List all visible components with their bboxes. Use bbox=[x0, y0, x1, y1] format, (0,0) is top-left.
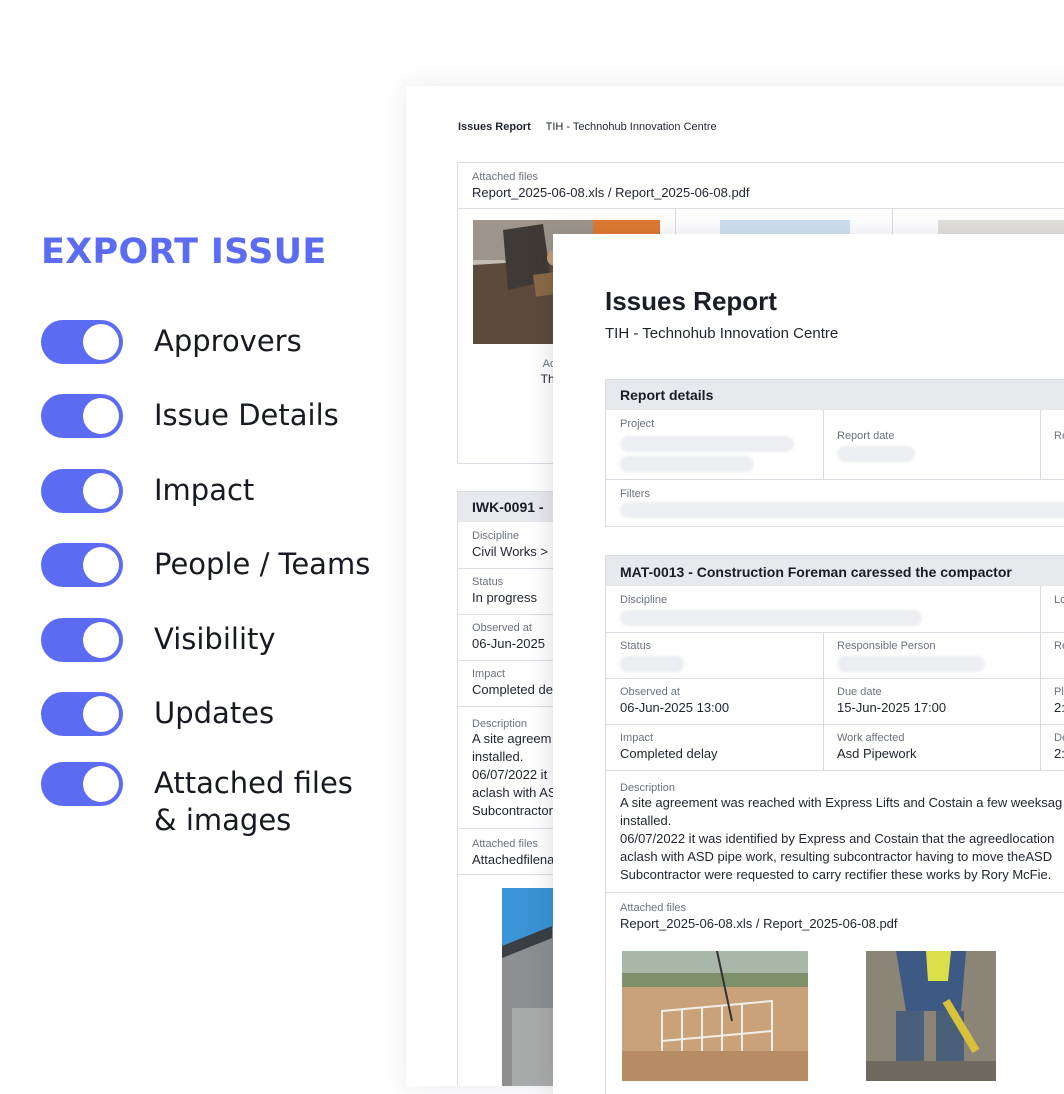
issue-header: MAT-0013 - Construction Foreman caressed… bbox=[605, 555, 1064, 587]
toggle-knob bbox=[83, 696, 119, 732]
sky-photo[interactable] bbox=[720, 220, 850, 234]
status-label: Status bbox=[620, 640, 652, 652]
toggle-knob bbox=[83, 766, 119, 802]
description-line: Subcontractor were requested to carry re… bbox=[620, 867, 1052, 882]
description-line: aclash with AS bbox=[472, 785, 557, 800]
visibility-toggle[interactable] bbox=[41, 618, 123, 662]
files-label: Attached files bbox=[472, 838, 539, 850]
toggle-knob bbox=[83, 547, 119, 583]
report-subtitle: TIH - Technohub Innovation Centre bbox=[605, 325, 839, 342]
toggle-knob bbox=[83, 324, 119, 360]
discipline-value: Civil Works > bbox=[472, 544, 548, 559]
impact-value: Completed de bbox=[472, 682, 553, 697]
front-report-sheet: Issues Report TIH - Technohub Innovation… bbox=[553, 234, 1064, 1094]
report-title: Issues Report bbox=[605, 286, 777, 316]
site-aerial-photo[interactable] bbox=[622, 951, 808, 1081]
de-label: De bbox=[1054, 732, 1064, 744]
option-issue-details: Issue Details bbox=[41, 394, 384, 438]
description-line: installed. bbox=[620, 813, 672, 828]
worker-tool-photo-image bbox=[866, 951, 996, 1081]
status-label: Status bbox=[472, 576, 504, 588]
attached-files-label: Attached files bbox=[620, 902, 687, 914]
scaffold-photo[interactable] bbox=[938, 220, 1064, 234]
location-label: Lo bbox=[1054, 594, 1064, 606]
description-line: aclash with ASD pipe work, resulting sub… bbox=[620, 849, 1053, 864]
attached-files-toggle[interactable] bbox=[41, 762, 123, 806]
toggle-knob bbox=[83, 622, 119, 658]
option-label: Attached files & images bbox=[154, 766, 353, 837]
files-value: Attachedfilena bbox=[472, 852, 555, 867]
toggle-knob bbox=[83, 473, 119, 509]
report-date-placeholder bbox=[837, 446, 915, 462]
option-label: People / Teams bbox=[154, 547, 371, 581]
responsible-label: Responsible Person bbox=[837, 640, 936, 652]
observed-value: 06-Jun-2025 13:00 bbox=[620, 700, 730, 715]
due-date-label: Due date bbox=[837, 686, 882, 698]
option-label: Visibility bbox=[154, 622, 276, 656]
option-label: Updates bbox=[154, 696, 275, 730]
status-value: In progress bbox=[472, 590, 538, 605]
status-placeholder bbox=[620, 656, 684, 672]
description-line: 06/07/2022 it bbox=[472, 767, 548, 782]
option-updates: Updates bbox=[41, 692, 384, 736]
issue-details-toggle[interactable] bbox=[41, 394, 123, 438]
impact-toggle[interactable] bbox=[41, 469, 123, 513]
option-approvers: Approvers bbox=[41, 320, 384, 364]
filters-label: Filters bbox=[620, 488, 650, 500]
attached-files-value: Report_2025-06-08.xls / Report_2025-06-0… bbox=[472, 185, 750, 200]
description-line: A site agreement was reached with Expres… bbox=[620, 795, 1063, 810]
description-label: Description bbox=[472, 718, 528, 730]
discipline-label: Discipline bbox=[620, 594, 668, 606]
discipline-label: Discipline bbox=[472, 530, 520, 542]
worker-tool-photo[interactable] bbox=[866, 951, 996, 1081]
back-report-header: Issues Report TIH - Technohub Innovation… bbox=[458, 121, 717, 133]
attached-files-label: Attached files bbox=[472, 171, 539, 183]
observed-label: Observed at bbox=[620, 686, 680, 698]
option-attached-files: Attached files & images bbox=[41, 762, 384, 839]
back-report-title: Issues Report bbox=[458, 121, 531, 133]
filters-placeholder bbox=[620, 502, 1064, 518]
impact-value: Completed delay bbox=[620, 746, 718, 761]
project-placeholder bbox=[620, 456, 754, 472]
option-label: Impact bbox=[154, 473, 255, 507]
people-teams-toggle[interactable] bbox=[41, 543, 123, 587]
responsible-placeholder bbox=[837, 656, 985, 672]
project-placeholder bbox=[620, 436, 794, 452]
description-line: A site agreem bbox=[472, 731, 552, 746]
project-label: Project bbox=[620, 418, 655, 430]
description-line: installed. bbox=[472, 749, 524, 764]
description-label: Description bbox=[620, 782, 676, 794]
option-people-teams: People / Teams bbox=[41, 543, 384, 587]
work-affected-label: Work affected bbox=[837, 732, 905, 744]
observed-label: Observed at bbox=[472, 622, 532, 634]
site-aerial-photo-image bbox=[622, 951, 808, 1081]
report-details-body: Project Report date Re Filters bbox=[605, 410, 1064, 527]
option-label: Approvers bbox=[154, 324, 302, 358]
pl-label: Pl bbox=[1054, 686, 1064, 698]
description-line: 06/07/2022 it was identified by Express … bbox=[620, 831, 1055, 846]
pl-value: 2: bbox=[1054, 700, 1064, 715]
impact-label: Impact bbox=[620, 732, 654, 744]
impact-label: Impact bbox=[472, 668, 506, 680]
export-issue-title: EXPORT ISSUE bbox=[41, 232, 327, 272]
report-date-label: Report date bbox=[837, 430, 895, 442]
updates-toggle[interactable] bbox=[41, 692, 123, 736]
option-visibility: Visibility bbox=[41, 618, 384, 662]
de-value: 2: bbox=[1054, 746, 1064, 761]
attached-files-value: Report_2025-06-08.xls / Report_2025-06-0… bbox=[620, 916, 898, 931]
issue-body: Discipline Lo Status Responsible Person … bbox=[605, 586, 1064, 1094]
report-details-header: Report details bbox=[605, 379, 1064, 411]
work-affected-value: Asd Pipework bbox=[837, 746, 917, 761]
option-impact: Impact bbox=[41, 469, 384, 513]
observed-value: 06-Jun-2025 bbox=[472, 636, 545, 651]
option-label: Issue Details bbox=[154, 398, 339, 432]
due-date-value: 15-Jun-2025 17:00 bbox=[837, 700, 947, 715]
discipline-placeholder bbox=[620, 610, 922, 626]
re-label: Re bbox=[1054, 640, 1064, 652]
toggle-knob bbox=[83, 398, 119, 434]
description-line: Subcontractor bbox=[472, 803, 553, 818]
back-report-project: TIH - Technohub Innovation Centre bbox=[545, 121, 717, 133]
approvers-toggle[interactable] bbox=[41, 320, 123, 364]
third-label: Re bbox=[1054, 430, 1064, 442]
